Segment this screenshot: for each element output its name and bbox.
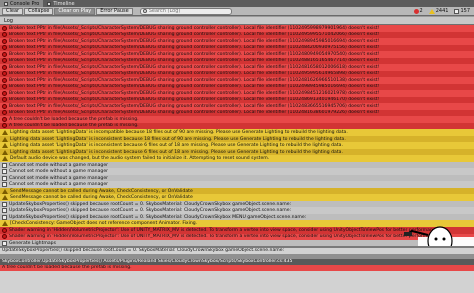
warning-count-toggle[interactable]: 2441 <box>428 8 449 14</box>
tab-label: Console Pro <box>10 0 40 7</box>
warning-icon <box>428 8 435 14</box>
log-entry-text: Broken text PPtr in file(Assets/_Scripts… <box>9 103 380 109</box>
log-entry-text: Broken text PPtr in file(Assets/_Scripts… <box>9 51 380 57</box>
log-entry-text: Cannot set mode without a game manager <box>9 169 109 175</box>
error-icon <box>2 234 7 240</box>
collapse-button[interactable]: Collapse <box>24 7 54 15</box>
log-counters: 2 2441 157 <box>413 8 470 14</box>
log-entry-text: Broken text PPtr in file(Assets/_Scripts… <box>9 90 380 96</box>
info-icon <box>2 162 7 168</box>
timeline-icon <box>47 1 52 6</box>
log-entry-text: A tree couldn't be loaded because the pr… <box>9 116 139 122</box>
log-entry-text: Broken text PPtr in file(Assets/_Scripts… <box>9 58 380 64</box>
error-icon <box>2 90 7 96</box>
log-entry-text: Lighting data asset 'LightingData' is in… <box>10 136 346 142</box>
log-entry-text: UpdateSkyboxProperties() skipped because… <box>9 214 307 220</box>
log-entry-text: Broken text PPtr in file(Assets/_Scripts… <box>9 38 380 44</box>
error-icon <box>2 97 7 103</box>
log-entry-text: [CheckConsistency: GameObject does not r… <box>10 221 198 227</box>
log-entry-text: Cannot set mode without a game manager <box>9 182 109 188</box>
log-header: Log <box>0 17 474 25</box>
log-entry-text: Broken text PPtr in file(Assets/_Scripts… <box>9 77 380 83</box>
info-icon <box>2 175 7 181</box>
stacktrace-error-line[interactable]: A tree couldn't be loaded because the pr… <box>0 265 474 271</box>
error-icon <box>2 25 7 31</box>
error-icon <box>413 8 419 14</box>
warning-icon <box>2 195 8 201</box>
log-entry-text: Broken text PPtr in file(Assets/_Scripts… <box>9 110 380 116</box>
log-entry-text: Broken text PPtr in file(Assets/_Scripts… <box>9 84 380 90</box>
clear-on-play-toggle[interactable]: Clear on Play <box>54 7 96 15</box>
error-icon <box>2 51 7 57</box>
log-entry-text: SendMessage cannot be called during Awak… <box>10 195 193 201</box>
log-entry-text: Cannot set mode without a game manager <box>9 175 109 181</box>
tab-console-pro[interactable]: Console Pro <box>0 0 44 7</box>
log-entry-text: Broken text PPtr in file(Assets/_Scripts… <box>9 97 380 103</box>
error-icon <box>2 116 7 122</box>
info-icon <box>2 214 7 220</box>
log-entry-text: Lighting data asset 'LightingData' is in… <box>10 130 348 135</box>
log-entry-text: Broken text PPtr in file(Assets/_Scripts… <box>9 64 380 70</box>
info-icon <box>2 182 7 188</box>
error-icon <box>2 38 7 44</box>
tab-bar: Console Pro Timeline <box>0 0 474 7</box>
log-entry-text: Broken text PPtr in file(Assets/_Scripts… <box>9 45 380 51</box>
log-count-toggle[interactable]: 157 <box>454 8 470 14</box>
info-icon <box>2 208 7 214</box>
error-count-toggle[interactable]: 2 <box>413 8 423 14</box>
clear-button[interactable]: Clear <box>2 7 24 15</box>
log-entry-text: UpdateSkyboxProperties() skipped because… <box>9 208 292 214</box>
search-field[interactable] <box>139 7 232 15</box>
warning-icon <box>2 130 8 135</box>
log-list[interactable]: Log Broken text PPtr in file(Assets/_Scr… <box>0 17 474 247</box>
error-icon <box>2 123 7 129</box>
log-entry-text: Broken text PPtr in file(Assets/_Scripts… <box>9 25 380 31</box>
log-entry-text: Lighting data asset 'LightingData' is in… <box>10 149 343 155</box>
error-icon <box>2 45 7 51</box>
log-entry-text: A tree couldn't be loaded because the pr… <box>9 123 139 129</box>
warning-icon <box>2 156 8 162</box>
warning-icon <box>2 221 8 227</box>
warning-count: 2441 <box>435 8 449 14</box>
log-entry-text: UpdateSkyboxProperties() skipped because… <box>9 201 292 207</box>
warning-icon <box>2 136 8 142</box>
stacktrace-panel[interactable]: UpdateSkyboxProperties() skipped because… <box>0 246 474 293</box>
error-icon <box>2 71 7 77</box>
log-rows: Broken text PPtr in file(Assets/_Scripts… <box>0 25 474 247</box>
info-icon <box>454 8 460 14</box>
search-icon <box>142 9 147 13</box>
search-input[interactable] <box>148 8 229 14</box>
error-icon <box>2 227 7 233</box>
log-entry-text: Broken text PPtr in file(Assets/_Scripts… <box>9 32 380 38</box>
error-count: 2 <box>419 8 423 14</box>
error-icon <box>2 110 7 116</box>
info-icon <box>2 169 7 175</box>
tab-label: Timeline <box>53 0 75 7</box>
console-icon <box>4 1 8 6</box>
error-icon <box>2 64 7 70</box>
log-entry-text: Lighting data asset 'LightingData' is in… <box>10 143 343 149</box>
log-entry-text: Broken text PPtr in file(Assets/_Scripts… <box>9 71 380 77</box>
warning-icon <box>2 143 8 149</box>
tab-timeline[interactable]: Timeline <box>43 0 78 7</box>
error-icon <box>2 77 7 83</box>
warning-icon <box>2 188 8 194</box>
log-count: 157 <box>460 8 470 14</box>
error-pause-toggle[interactable]: Error Pause <box>96 7 133 15</box>
console-toolbar: Clear Collapse Clear on Play Error Pause… <box>0 7 474 16</box>
info-icon <box>2 201 7 207</box>
error-icon <box>2 84 7 90</box>
log-entry-text: SendMessage cannot be called during Awak… <box>10 188 193 194</box>
error-icon <box>2 58 7 64</box>
error-icon <box>2 32 7 38</box>
warning-icon <box>2 149 8 155</box>
log-entry-text: Default audio device was changed, but th… <box>10 156 270 162</box>
error-icon <box>2 103 7 109</box>
log-entry-text: Cannot set mode without a game manager <box>9 162 109 168</box>
